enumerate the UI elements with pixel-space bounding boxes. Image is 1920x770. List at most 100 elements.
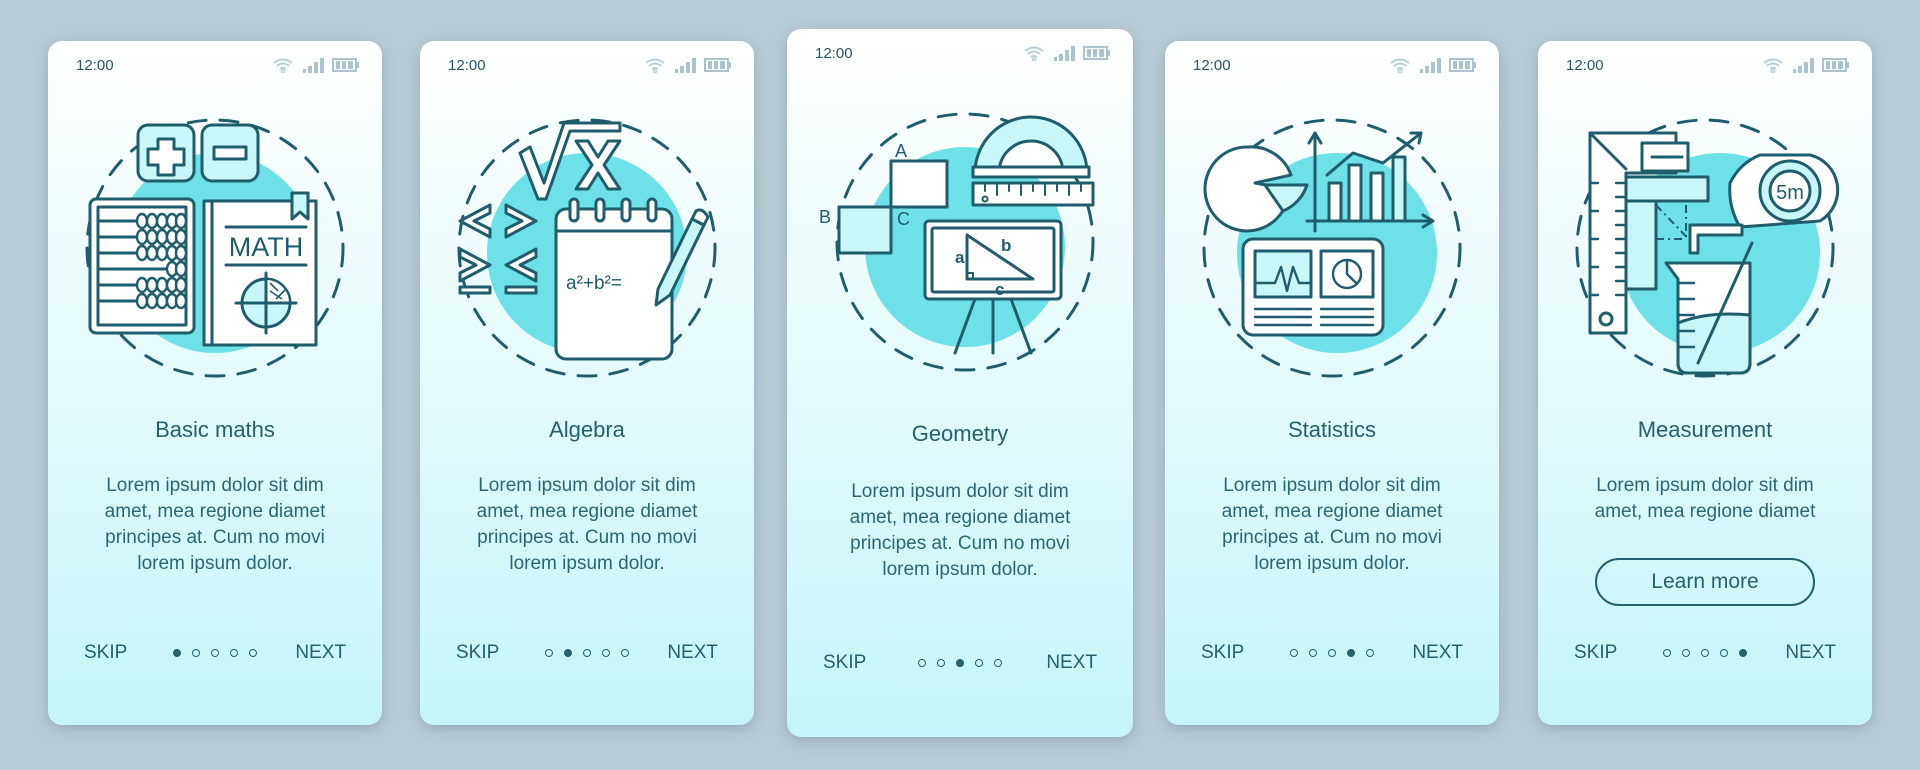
page-indicator: [545, 649, 629, 657]
battery-icon: [1822, 58, 1849, 72]
notepad-icon: a²+b²=: [554, 197, 674, 361]
learn-more-button[interactable]: Learn more: [1595, 558, 1815, 606]
description-line: principes at. Cum no movi: [850, 533, 1070, 554]
basic-maths-illustration: MATH: [85, 118, 345, 378]
page-dot-4[interactable]: [975, 659, 983, 667]
description-line: Lorem ipsum dolor sit dim: [851, 481, 1069, 502]
page-indicator: [1663, 649, 1747, 657]
page-dot-2[interactable]: [1309, 649, 1317, 657]
signal-icon: [675, 58, 696, 73]
page-dot-2[interactable]: [1682, 649, 1690, 657]
label-a-upper: A: [895, 141, 907, 161]
math-book-icon: MATH: [202, 191, 318, 347]
next-button[interactable]: NEXT: [1046, 652, 1097, 674]
page-dot-1[interactable]: [545, 649, 553, 657]
label-c-lower: c: [995, 280, 1004, 299]
page-dot-4[interactable]: [602, 649, 610, 657]
next-button[interactable]: NEXT: [295, 642, 346, 664]
status-bar: 12:00: [420, 55, 754, 79]
next-button[interactable]: NEXT: [667, 642, 718, 664]
page-dot-1[interactable]: [918, 659, 926, 667]
description-line: lorem ipsum dolor.: [882, 559, 1038, 580]
page-dot-3[interactable]: [1701, 649, 1709, 657]
page-indicator: [173, 649, 257, 657]
wifi-icon: [1390, 58, 1410, 73]
page-dot-3-active[interactable]: [956, 659, 964, 667]
page-dot-5[interactable]: [994, 659, 1002, 667]
onboarding-screen-statistics: 12:00 Statistics Lorem ipsum dolor sit d…: [1165, 41, 1499, 725]
page-dot-2-active[interactable]: [564, 649, 572, 657]
skip-button[interactable]: SKIP: [1201, 642, 1244, 664]
label-b-upper: B: [819, 207, 831, 227]
description-line: lorem ipsum dolor.: [509, 553, 665, 574]
battery-icon: [1083, 46, 1110, 60]
screen-description: Lorem ipsum dolor sit dim amet, mea regi…: [807, 479, 1113, 583]
next-button[interactable]: NEXT: [1785, 642, 1836, 664]
description-line: Lorem ipsum dolor sit dim: [1596, 475, 1814, 496]
plus-icon: [136, 123, 196, 183]
screen-description: Lorem ipsum dolor sit dim amet, mea regi…: [1185, 473, 1479, 577]
skip-button[interactable]: SKIP: [1574, 642, 1617, 664]
algebra-illustration: a²+b²=: [457, 118, 717, 378]
page-dot-5-active[interactable]: [1739, 649, 1747, 657]
onboarding-screen-measurement: 12:00 5m Measurement Lorem ipsum dolor s…: [1538, 41, 1872, 725]
page-dot-4-active[interactable]: [1347, 649, 1355, 657]
description-line: lorem ipsum dolor.: [137, 553, 293, 574]
next-button[interactable]: NEXT: [1412, 642, 1463, 664]
page-dot-4[interactable]: [1720, 649, 1728, 657]
screen-title: Statistics: [1287, 417, 1377, 442]
skip-button[interactable]: SKIP: [823, 652, 866, 674]
page-dot-1-active[interactable]: [173, 649, 181, 657]
page-indicator: [918, 659, 1002, 667]
battery-icon: [332, 58, 359, 72]
page-dot-2[interactable]: [192, 649, 200, 657]
page-dot-5[interactable]: [249, 649, 257, 657]
label-b-lower: b: [1001, 236, 1011, 255]
wifi-icon: [273, 58, 293, 73]
signal-icon: [1793, 58, 1814, 73]
protractor-icon: [971, 115, 1091, 179]
description-line: principes at. Cum no movi: [105, 527, 325, 548]
page-dot-1[interactable]: [1290, 649, 1298, 657]
onboarding-screen-algebra: 12:00 a²+b²= Algebra Lorem ipsum dolor s…: [420, 41, 754, 725]
screen-description: Lorem ipsum dolor sit dim amet, mea regi…: [440, 473, 734, 577]
page-dot-3[interactable]: [211, 649, 219, 657]
minus-icon: [200, 123, 260, 183]
description-line: amet, mea regione diamet: [476, 501, 698, 522]
skip-button[interactable]: SKIP: [456, 642, 499, 664]
skip-button[interactable]: SKIP: [84, 642, 127, 664]
page-indicator: [1290, 649, 1374, 657]
page-dot-5[interactable]: [621, 649, 629, 657]
page-dot-3[interactable]: [1328, 649, 1336, 657]
screen-description: Lorem ipsum dolor sit dim amet, mea regi…: [68, 473, 362, 577]
page-dot-2[interactable]: [937, 659, 945, 667]
description-line: amet, mea regione diamet: [1221, 501, 1443, 522]
statistics-illustration: [1202, 118, 1462, 378]
description-line: Lorem ipsum dolor sit dim: [1223, 475, 1441, 496]
ruler-icon: [971, 181, 1095, 207]
onboarding-footer: SKIP NEXT: [48, 642, 382, 670]
status-time: 12:00: [448, 57, 486, 74]
dashboard-panel-icon: [1241, 237, 1385, 337]
page-dot-4[interactable]: [230, 649, 238, 657]
measurement-illustration: 5m: [1575, 118, 1840, 378]
measuring-beaker-icon: [1664, 241, 1754, 375]
description-line: amet, mea regione diamet: [849, 507, 1071, 528]
status-time: 12:00: [815, 45, 853, 62]
signal-icon: [303, 58, 324, 73]
page-dot-5[interactable]: [1366, 649, 1374, 657]
wifi-icon: [1763, 58, 1783, 73]
status-time: 12:00: [1566, 57, 1604, 74]
onboarding-footer: SKIP NEXT: [1538, 642, 1872, 670]
status-bar: 12:00: [48, 55, 382, 79]
battery-icon: [1449, 58, 1476, 72]
signal-icon: [1054, 46, 1075, 61]
geometry-illustration: A B C a b c: [819, 112, 1095, 372]
page-dot-3[interactable]: [583, 649, 591, 657]
status-time: 12:00: [1193, 57, 1231, 74]
onboarding-screen-basic-maths: 12:00 MATH Basic maths Lorem ipsum dolor…: [48, 41, 382, 725]
screen-title: Algebra: [549, 417, 625, 442]
page-dot-1[interactable]: [1663, 649, 1671, 657]
screen-description: Lorem ipsum dolor sit dim amet, mea regi…: [1558, 473, 1852, 525]
wifi-icon: [645, 58, 665, 73]
